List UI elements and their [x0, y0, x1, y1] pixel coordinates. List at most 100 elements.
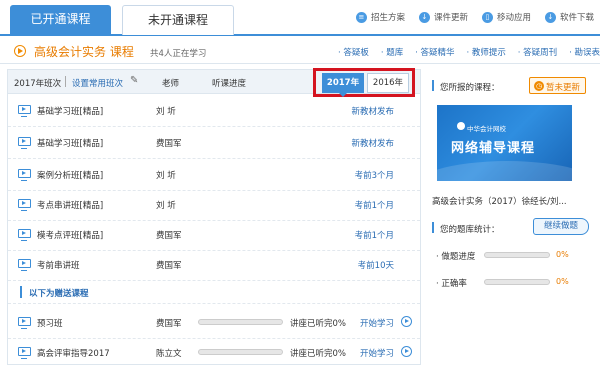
section-marker	[20, 286, 22, 298]
section-marker	[432, 222, 434, 233]
top-link-label: 移动应用	[496, 13, 531, 23]
course-banner[interactable]: 中华会计网校 网络辅导课程	[437, 105, 572, 181]
download-icon: ↓	[418, 11, 430, 23]
start-learning-link[interactable]: 开始学习	[360, 317, 394, 329]
link-question-bank[interactable]: · 题库	[381, 46, 403, 58]
enrolled-courses-title: 您所报的课程：	[440, 83, 500, 93]
class-name[interactable]: 模考点评班[精品]	[37, 229, 103, 241]
banner-decoration	[437, 161, 572, 181]
class-teacher: 刘 圻	[156, 171, 176, 181]
course-learner-count: 共4人正在学习	[150, 49, 207, 59]
year-tab-2017[interactable]: 2017年	[322, 73, 364, 97]
start-learning-link[interactable]: 开始学习	[360, 347, 394, 359]
course-title: 高级会计实务 课程	[34, 45, 134, 59]
video-icon	[18, 347, 31, 359]
class-status[interactable]: 考前10天	[358, 259, 394, 271]
pencil-icon[interactable]: ✎	[130, 75, 138, 86]
class-name[interactable]: 高会评审指导2017	[37, 347, 110, 359]
progress-bar	[198, 349, 283, 355]
class-name[interactable]: 案例分析班[精品]	[37, 169, 103, 181]
link-qa-weekly[interactable]: · 答疑周刊	[518, 46, 557, 58]
tab-opened-courses[interactable]: 已开通课程	[10, 5, 111, 36]
stat-label-accuracy: · 正确率	[436, 279, 467, 289]
progress-text: 讲座已听完0%	[290, 319, 346, 329]
progress-bar	[198, 319, 283, 325]
continue-practice-button[interactable]: 继续做题	[533, 218, 589, 235]
class-name[interactable]: 基础学习班[精品]	[37, 137, 103, 149]
progress-text: 讲座已听完0%	[290, 349, 346, 359]
video-icon	[18, 137, 31, 149]
class-status[interactable]: 考前1个月	[355, 229, 394, 241]
class-status[interactable]: 新教材发布	[351, 105, 394, 117]
top-link-label: 课件更新	[433, 13, 468, 23]
play-icon[interactable]	[401, 316, 412, 327]
top-link-label: 软件下载	[559, 13, 594, 23]
table-row[interactable]: 预习班 费国军 讲座已听完0% 开始学习	[8, 307, 420, 339]
class-teacher: 陈立文	[156, 349, 182, 359]
link-qa-board[interactable]: · 答疑板	[338, 46, 369, 58]
link-errata[interactable]: · 勘误表	[569, 46, 600, 58]
banner-course-name[interactable]: 高级会计实务（2017）徐经长/刘...	[432, 195, 592, 207]
table-row[interactable]: 案例分析班[精品] 刘 圻 考前3个月	[8, 159, 420, 191]
download-icon: ↓	[544, 11, 556, 23]
video-icon	[18, 105, 31, 117]
top-link-updates[interactable]: ↓ 课件更新	[418, 11, 468, 23]
table-row[interactable]: 考点串讲班[精品] 刘 圻 考前1个月	[8, 189, 420, 221]
divider	[65, 76, 66, 87]
top-link-software[interactable]: ↓ 软件下载	[544, 11, 594, 23]
tab-unopened-courses[interactable]: 未开通课程	[122, 5, 234, 35]
video-icon	[18, 199, 31, 211]
top-link-enrollment[interactable]: ≡ 招生方案	[355, 11, 405, 23]
class-name[interactable]: 考点串讲班[精品]	[37, 199, 103, 211]
course-links: · 答疑板 · 题库 · 答疑精华 · 教师提示 · 答疑周刊 · 勘误表	[338, 46, 600, 58]
section-marker	[432, 80, 434, 91]
year-tab-2016[interactable]: 2016年	[367, 73, 409, 93]
class-status[interactable]: 新教材发布	[351, 137, 394, 149]
not-updated-button[interactable]: ◷ 暂未更新	[529, 77, 586, 94]
class-name[interactable]: 预习班	[37, 317, 63, 329]
banner-logo-text: 中华会计网校	[467, 125, 506, 133]
banner-title: 网络辅导课程	[451, 141, 536, 156]
play-icon[interactable]	[401, 346, 412, 357]
stat-accuracy-bar	[484, 279, 550, 285]
class-teacher: 刘 圻	[156, 201, 176, 211]
video-icon	[18, 317, 31, 329]
year-class-label: 2017年班次	[14, 79, 62, 89]
gift-courses-title: 以下为赠送课程	[29, 289, 89, 299]
column-progress: 听课进度	[212, 79, 247, 89]
question-bank-stats-title: 您的题库统计：	[440, 225, 500, 235]
table-row[interactable]: 高会评审指导2017 陈立文 讲座已听完0% 开始学习	[8, 337, 420, 369]
class-teacher: 刘 圻	[156, 107, 176, 117]
table-row[interactable]: 基础学习班[精品] 费国军 新教材发布	[8, 127, 420, 159]
table-row[interactable]: 考前串讲班 费国军 考前10天	[8, 249, 420, 281]
video-icon	[18, 259, 31, 271]
clock-icon: ◷	[534, 81, 544, 91]
not-updated-label: 暂未更新	[546, 83, 581, 93]
table-row[interactable]: 模考点评班[精品] 费国军 考前1个月	[8, 219, 420, 251]
stat-percent: 0%	[556, 277, 569, 286]
video-icon	[18, 229, 31, 241]
class-teacher: 费国军	[156, 261, 182, 271]
stat-percent: 0%	[556, 250, 569, 259]
class-name[interactable]: 考前串讲班	[37, 259, 80, 271]
phone-icon: ▯	[481, 11, 493, 23]
stat-label-progress: · 做题进度	[436, 252, 476, 262]
video-icon	[18, 169, 31, 181]
class-teacher: 费国军	[156, 139, 182, 149]
class-name[interactable]: 基础学习班[精品]	[37, 105, 103, 117]
stat-progress-bar	[484, 252, 550, 258]
top-link-label: 招生方案	[370, 13, 405, 23]
table-row[interactable]: 基础学习班[精品] 刘 圻 新教材发布	[8, 95, 420, 127]
column-teacher: 老师	[162, 79, 180, 89]
class-status[interactable]: 考前3个月	[355, 169, 394, 181]
top-link-mobile[interactable]: ▯ 移动应用	[481, 11, 531, 23]
book-icon: ≡	[355, 11, 367, 23]
school-logo-icon	[457, 122, 465, 130]
set-common-class-link[interactable]: 设置常用班次	[72, 77, 123, 89]
class-status[interactable]: 考前1个月	[355, 199, 394, 211]
link-qa-highlights[interactable]: · 答疑精华	[415, 46, 454, 58]
link-teacher-tips[interactable]: · 教师提示	[466, 46, 505, 58]
course-play-icon	[14, 45, 26, 57]
class-teacher: 费国军	[156, 319, 182, 329]
class-teacher: 费国军	[156, 231, 182, 241]
